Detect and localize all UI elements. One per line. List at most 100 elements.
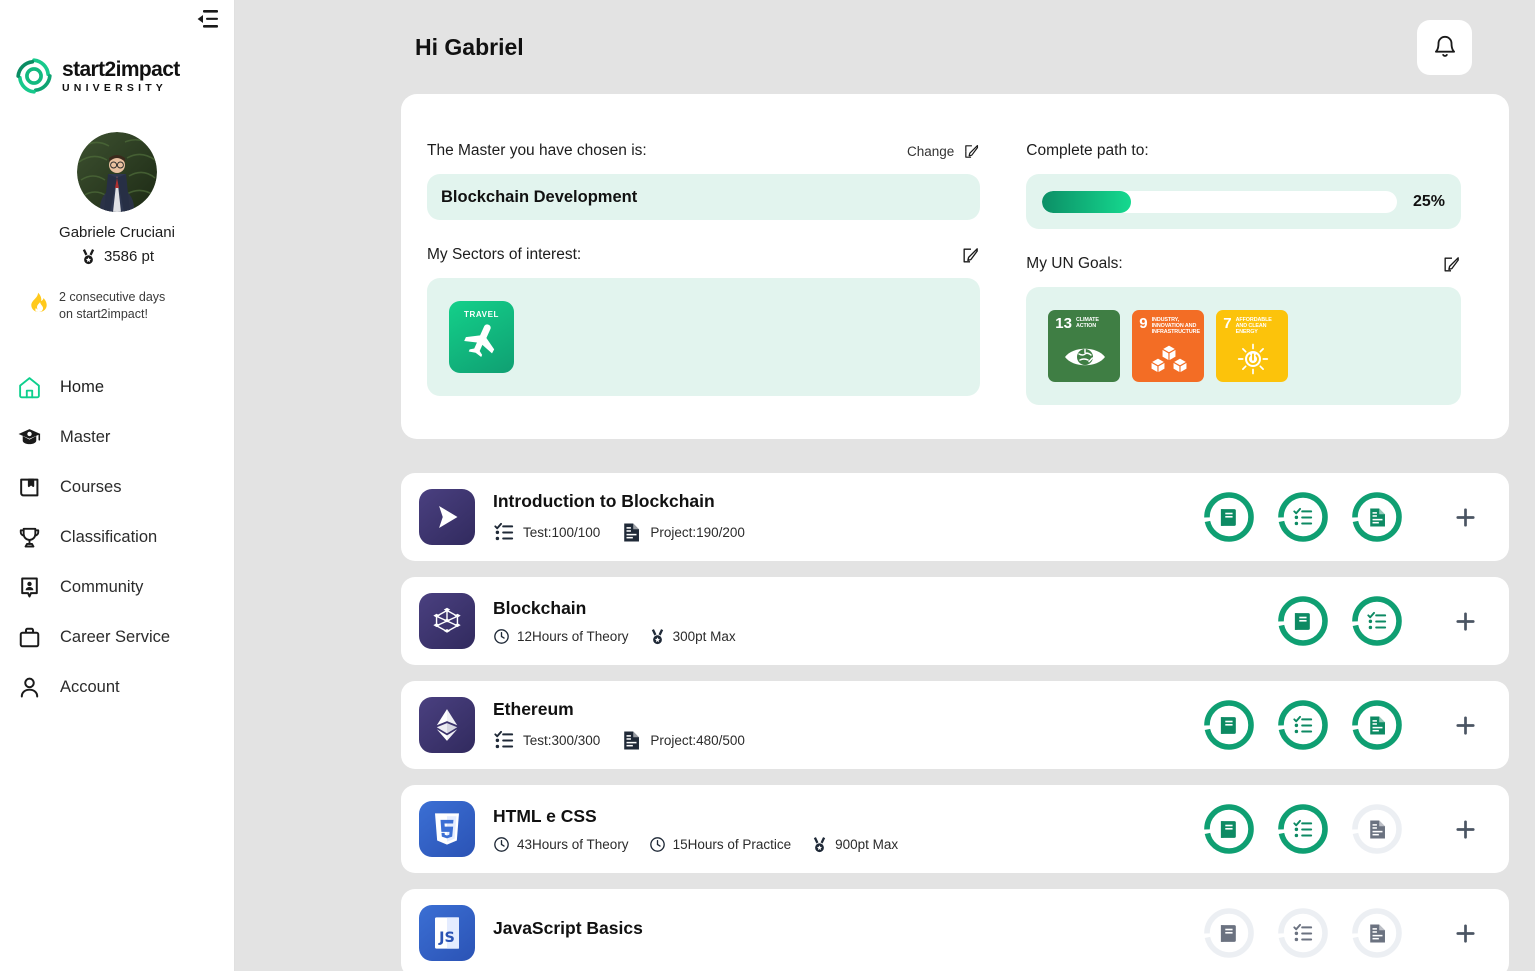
course-thumbnail bbox=[419, 489, 475, 545]
path-label: Complete path to: bbox=[1026, 142, 1149, 159]
sidebar-item-courses[interactable]: Courses bbox=[0, 462, 234, 512]
course-action-book[interactable] bbox=[1203, 491, 1255, 543]
goal-number: 9 bbox=[1139, 315, 1148, 332]
notification-bell-icon bbox=[1434, 35, 1455, 57]
course-row[interactable]: Introduction to Blockchain Test:100/100 … bbox=[401, 473, 1509, 561]
document-icon bbox=[620, 729, 643, 752]
briefcase-icon bbox=[16, 624, 42, 650]
un-goal-7[interactable]: 7 Affordable and Clean Energy bbox=[1216, 310, 1289, 382]
un-goal-13[interactable]: 13 Climate Action bbox=[1048, 310, 1121, 382]
sidebar-item-label: Account bbox=[60, 677, 120, 696]
edit-pencil-icon bbox=[1444, 256, 1459, 272]
plus-icon bbox=[1453, 921, 1478, 946]
course-meta-text: 900pt Max bbox=[835, 836, 899, 852]
sidebar-item-label: Master bbox=[60, 427, 111, 446]
logo-subtitle: UNIVERSITY bbox=[62, 81, 168, 94]
master-label: The Master you have chosen is: bbox=[427, 142, 647, 159]
streak-text: 2 consecutive days on start2impact! bbox=[59, 289, 165, 322]
collapse-sidebar-button[interactable] bbox=[194, 5, 222, 33]
home-icon bbox=[16, 374, 42, 400]
medal-icon bbox=[811, 836, 828, 853]
goal-title: Affordable and Clean Energy bbox=[1235, 317, 1272, 336]
goal-art bbox=[1139, 336, 1198, 382]
checklist-icon bbox=[493, 729, 516, 752]
course-action-book[interactable] bbox=[1203, 699, 1255, 751]
user-avatar bbox=[77, 132, 157, 212]
master-value-box: Blockchain Development bbox=[427, 174, 981, 220]
edit-pencil-icon bbox=[965, 144, 979, 158]
course-row[interactable]: HTML e CSS 43Hours of Theory 15Hours of … bbox=[401, 785, 1509, 873]
plus-icon bbox=[1453, 505, 1478, 530]
un-goal-9[interactable]: 9 Industry, Innovation and Infrastructur… bbox=[1132, 310, 1205, 382]
checklist-icon bbox=[493, 521, 516, 544]
course-meta-item: Test:100/100 bbox=[493, 521, 600, 544]
progress-fill bbox=[1042, 190, 1131, 213]
course-action-checklist[interactable] bbox=[1277, 491, 1329, 543]
sidebar-item-classification[interactable]: Classification bbox=[0, 512, 234, 562]
book-icon bbox=[1292, 610, 1315, 633]
course-action-checklist[interactable] bbox=[1351, 595, 1403, 647]
course-info: JavaScript Basics bbox=[493, 918, 1203, 948]
change-master-button[interactable]: Change bbox=[907, 143, 980, 160]
course-meta-item: 300pt Max bbox=[649, 628, 736, 645]
course-meta-item: 15Hours of Practice bbox=[649, 836, 792, 853]
course-title: JavaScript Basics bbox=[493, 918, 643, 938]
course-action-document[interactable] bbox=[1351, 907, 1403, 959]
person-icon bbox=[16, 674, 42, 700]
course-action-checklist[interactable] bbox=[1277, 803, 1329, 855]
course-row[interactable]: Ethereum Test:300/300 Project:480/500 bbox=[401, 681, 1509, 769]
course-action-document[interactable] bbox=[1351, 803, 1403, 855]
avatar[interactable] bbox=[77, 132, 157, 212]
course-meta-text: 15Hours of Practice bbox=[672, 836, 792, 852]
javascript-icon: JS bbox=[430, 915, 464, 951]
course-action-checklist[interactable] bbox=[1277, 907, 1329, 959]
page-title: Hi Gabriel bbox=[415, 33, 524, 60]
course-title: Blockchain bbox=[493, 597, 587, 618]
book-icon bbox=[1218, 506, 1241, 529]
add-course-button[interactable] bbox=[1447, 603, 1483, 639]
course-meta-text: 43Hours of Theory bbox=[517, 836, 629, 852]
streak-banner: 2 consecutive days on start2impact! bbox=[28, 289, 213, 322]
course-action-document[interactable] bbox=[1351, 491, 1403, 543]
edit-goals-button[interactable] bbox=[1442, 255, 1461, 274]
course-action-document[interactable] bbox=[1351, 699, 1403, 751]
sidebar-item-label: Home bbox=[60, 377, 105, 396]
streak-line-1: 2 consecutive days bbox=[59, 290, 166, 304]
change-label: Change bbox=[906, 143, 955, 159]
app-root: start2impact UNIVERSITY Gabriele Crucian… bbox=[0, 0, 1535, 971]
start2impact-logo-icon bbox=[16, 58, 52, 94]
add-course-button[interactable] bbox=[1447, 811, 1483, 847]
notifications-button[interactable] bbox=[1417, 19, 1472, 75]
sidebar-item-home[interactable]: Home bbox=[0, 362, 234, 412]
checklist-icon bbox=[1292, 818, 1315, 841]
course-row[interactable]: JS JavaScript Basics bbox=[401, 889, 1509, 971]
course-action-book[interactable] bbox=[1203, 907, 1255, 959]
sidebar-item-label: Community bbox=[60, 577, 144, 596]
master-header: The Master you have chosen is: Change bbox=[427, 140, 980, 162]
sidebar-item-career-service[interactable]: Career Service bbox=[0, 612, 234, 662]
sidebar-item-community[interactable]: Community bbox=[0, 562, 234, 612]
course-action-checklist[interactable] bbox=[1277, 699, 1329, 751]
sidebar-item-label: Career Service bbox=[60, 627, 171, 646]
sidebar-item-master[interactable]: Master bbox=[0, 412, 234, 462]
user-points: 3586 pt bbox=[0, 248, 234, 265]
course-action-book[interactable] bbox=[1203, 803, 1255, 855]
document-icon bbox=[620, 521, 643, 544]
sidebar-item-label: Courses bbox=[60, 477, 122, 496]
add-course-button[interactable] bbox=[1447, 499, 1483, 535]
clock-icon bbox=[649, 836, 666, 853]
topbar: Hi Gabriel bbox=[235, 0, 1535, 94]
add-course-button[interactable] bbox=[1447, 915, 1483, 951]
edit-sectors-button[interactable] bbox=[961, 246, 980, 265]
course-thumbnail bbox=[419, 801, 475, 857]
sector-tile-travel[interactable]: TRAVEL bbox=[449, 301, 514, 373]
course-title: Ethereum bbox=[493, 698, 574, 719]
sidebar-item-account[interactable]: Account bbox=[0, 662, 234, 712]
course-meta: 12Hours of Theory 300pt Max bbox=[493, 628, 1277, 645]
sectors-label: My Sectors of interest: bbox=[427, 246, 582, 263]
course-row[interactable]: Blockchain 12Hours of Theory 300pt Max bbox=[401, 577, 1509, 665]
course-action-book[interactable] bbox=[1277, 595, 1329, 647]
add-course-button[interactable] bbox=[1447, 707, 1483, 743]
ethereum-icon bbox=[432, 708, 462, 742]
svg-text:JS: JS bbox=[438, 930, 455, 946]
